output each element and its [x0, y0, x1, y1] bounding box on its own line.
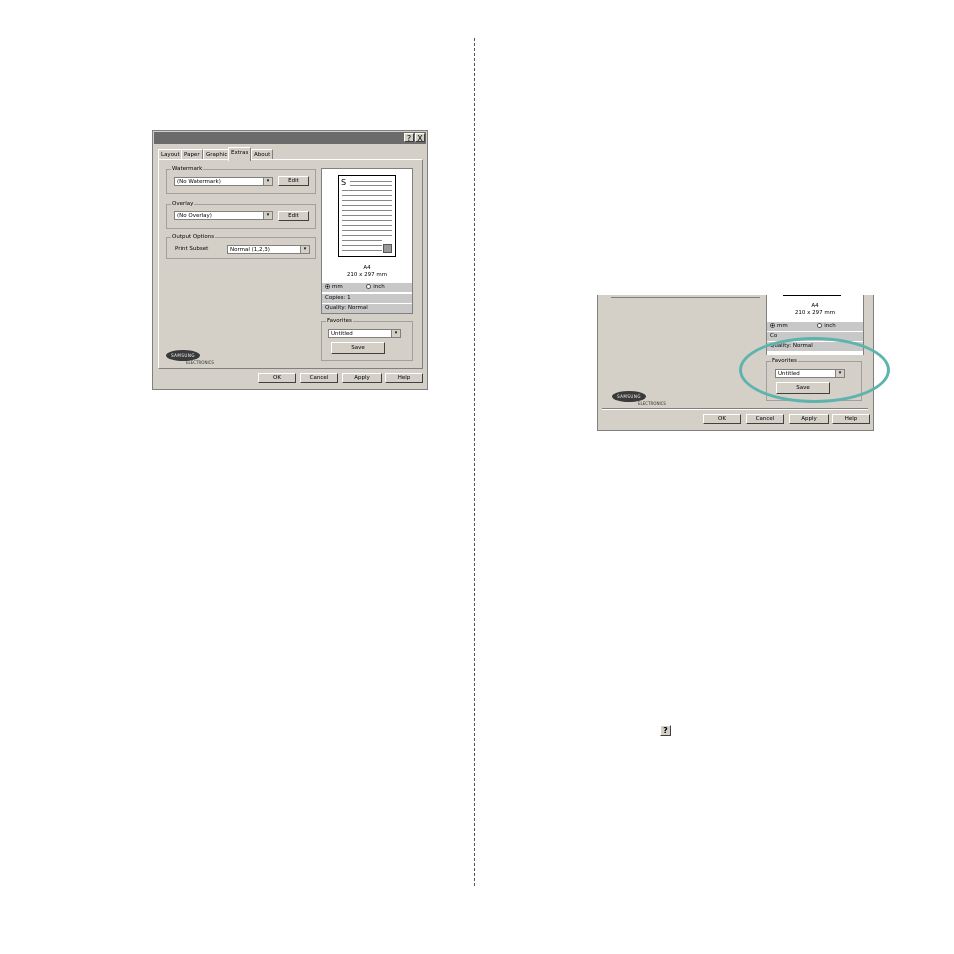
samsung-logo-sub: ELECTRONICS — [186, 360, 214, 365]
crop-unit-mm-label: mm — [777, 323, 788, 329]
overlay-value: (No Overlay) — [177, 213, 212, 219]
unit-mm-radio[interactable] — [325, 284, 330, 289]
unit-inch-label: inch — [373, 284, 385, 290]
crop-help-button[interactable]: Help — [832, 414, 870, 424]
paper-size: 210 x 297 mm — [346, 272, 388, 278]
overlay-label: Overlay — [171, 201, 195, 208]
apply-button[interactable]: Apply — [342, 373, 382, 383]
unit-band: mm inch — [322, 283, 412, 292]
crop-unit-band: mm inch — [767, 322, 863, 331]
ok-button[interactable]: OK — [258, 373, 296, 383]
chevron-down-icon: ▾ — [300, 246, 309, 253]
chevron-down-icon: ▾ — [391, 330, 400, 337]
unit-mm-label: mm — [332, 284, 343, 290]
crop-unit-mm-radio[interactable] — [770, 323, 775, 328]
page-letter: S — [341, 178, 347, 187]
print-subset-select[interactable]: Normal (1,2,3) ▾ — [227, 245, 310, 254]
page-thumbnail: S — [338, 175, 396, 257]
tab-extras[interactable]: Extras — [228, 147, 252, 161]
overlay-edit-button[interactable]: Edit — [278, 211, 309, 221]
watermark-edit-button[interactable]: Edit — [278, 176, 309, 186]
favorites-label: Favorites — [326, 318, 353, 325]
quality-info: Quality: Normal — [322, 304, 412, 313]
favorites-save-button[interactable]: Save — [331, 342, 385, 354]
print-subset-label: Print Subset — [175, 246, 209, 252]
crop-paper-size: 210 x 297 mm — [794, 310, 836, 316]
overlay-group: Overlay (No Overlay) ▾ Edit — [166, 201, 316, 229]
chevron-down-icon: ▾ — [263, 178, 272, 185]
cancel-button[interactable]: Cancel — [300, 373, 338, 383]
crop-panel-bottom — [602, 408, 868, 410]
crop-samsung-logo-sub: ELECTRONICS — [638, 401, 666, 406]
crop-paper-name: A4 — [811, 303, 819, 309]
help-button[interactable]: Help — [385, 373, 423, 383]
output-options-label: Output Options — [171, 234, 216, 241]
overlay-select[interactable]: (No Overlay) ▾ — [174, 211, 273, 220]
watermark-value: (No Watermark) — [177, 179, 221, 185]
favorites-value: Untitled — [331, 331, 353, 337]
left-panel-edge — [611, 295, 760, 298]
crop-unit-inch-label: inch — [824, 323, 836, 329]
crop-unit-inch-radio[interactable] — [817, 323, 823, 328]
watermark-label: Watermark — [171, 166, 204, 173]
favorites-select[interactable]: Untitled ▾ — [328, 329, 401, 338]
help-question-icon: ? — [660, 725, 671, 736]
printer-properties-dialog: ? X Layout Paper Graphic Extras About Wa… — [152, 130, 428, 390]
output-options-group: Output Options Print Subset Normal (1,2,… — [166, 234, 316, 259]
overlay-thumb-icon — [383, 244, 392, 253]
paper-name: A4 — [363, 265, 371, 271]
copies-info: Copies: 1 — [322, 294, 412, 303]
help-title-button[interactable]: ? — [404, 133, 414, 143]
watermark-select[interactable]: (No Watermark) ▾ — [174, 177, 273, 186]
column-divider — [474, 38, 475, 886]
unit-inch-radio[interactable] — [366, 284, 372, 289]
favorites-group: Favorites Untitled ▾ Save — [321, 318, 413, 361]
crop-ok-button[interactable]: OK — [703, 414, 741, 424]
print-subset-value: Normal (1,2,3) — [230, 247, 270, 253]
crop-apply-button[interactable]: Apply — [789, 414, 829, 424]
page-preview: S A4 210 x 297 mm mm inch Copies: 1 Qual… — [321, 168, 413, 314]
close-title-button[interactable]: X — [415, 133, 425, 143]
favorites-highlight-ellipse — [739, 337, 890, 403]
chevron-down-icon: ▾ — [263, 212, 272, 219]
watermark-group: Watermark (No Watermark) ▾ Edit — [166, 166, 316, 194]
crop-cancel-button[interactable]: Cancel — [746, 414, 784, 424]
title-bar: ? X — [154, 132, 426, 144]
extras-panel: Watermark (No Watermark) ▾ Edit Overlay … — [158, 159, 423, 369]
